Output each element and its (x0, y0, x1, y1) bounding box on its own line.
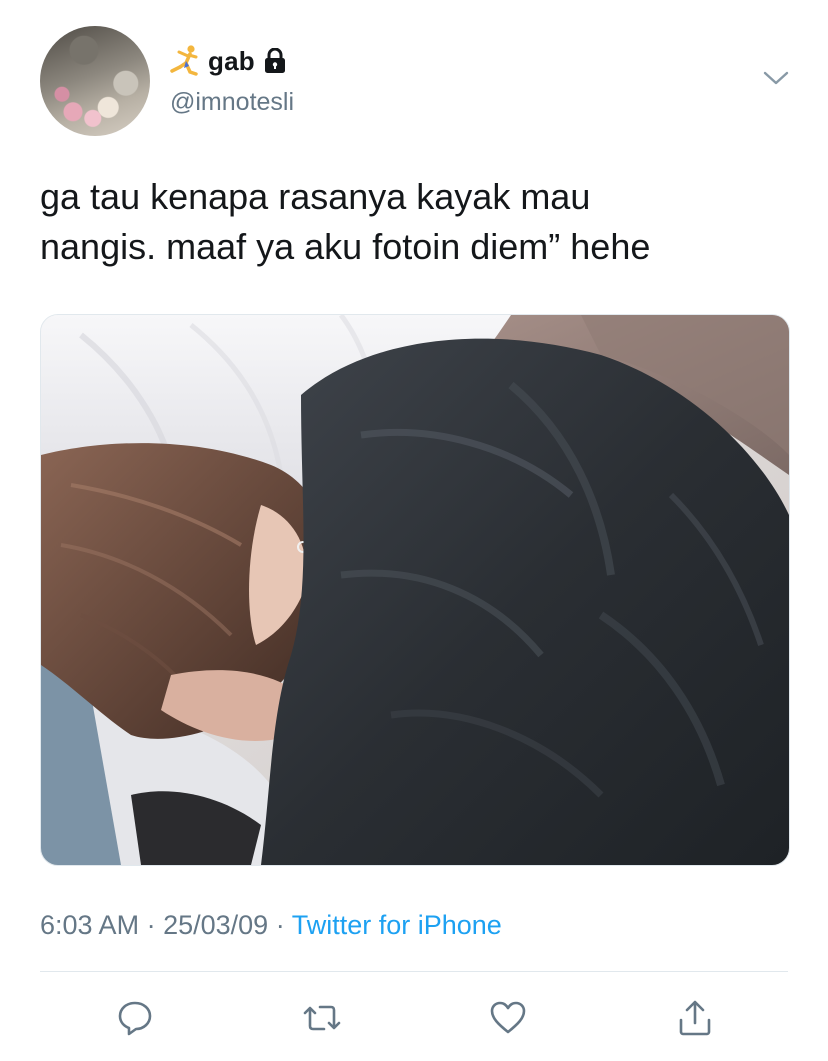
meta-separator: · (275, 910, 285, 940)
tweet-text-line-1: ga tau kenapa rasanya kayak mau (40, 176, 591, 217)
sleeping-person-photo (41, 315, 789, 865)
retweet-button[interactable] (294, 990, 350, 1046)
tweet-time: 6:03 AM (40, 910, 140, 940)
meta-separator: · (146, 910, 156, 940)
tweet-photo[interactable] (40, 314, 790, 866)
tweet-meta: 6:03 AM · 25/03/09 · Twitter for iPhone (40, 910, 502, 941)
avatar[interactable] (40, 26, 150, 136)
user-handle[interactable]: @imnotesli (170, 88, 294, 117)
share-icon (679, 1000, 711, 1036)
reply-icon (118, 1001, 152, 1036)
like-button[interactable] (480, 990, 536, 1046)
retweet-icon (303, 1005, 341, 1031)
chevron-down-icon[interactable] (762, 68, 790, 88)
tweet-header: gab @imnotesli (40, 26, 790, 136)
name-row: gab (168, 44, 287, 78)
tweet-text: ga tau kenapa rasanya kayak mau nangis. … (40, 172, 800, 272)
person-dancing-icon (170, 45, 198, 76)
tweet-text-line-2: nangis. maaf ya aku fotoin diem” hehe (40, 226, 651, 267)
reply-button[interactable] (107, 990, 163, 1046)
heart-icon (490, 1001, 526, 1034)
share-button[interactable] (667, 990, 723, 1046)
divider (40, 971, 788, 972)
tweet-date: 25/03/09 (163, 910, 269, 940)
tweet-actions (0, 990, 828, 1046)
display-name[interactable]: gab (208, 46, 255, 77)
lock-icon (264, 48, 285, 73)
tweet-source-link[interactable]: Twitter for iPhone (292, 910, 502, 940)
